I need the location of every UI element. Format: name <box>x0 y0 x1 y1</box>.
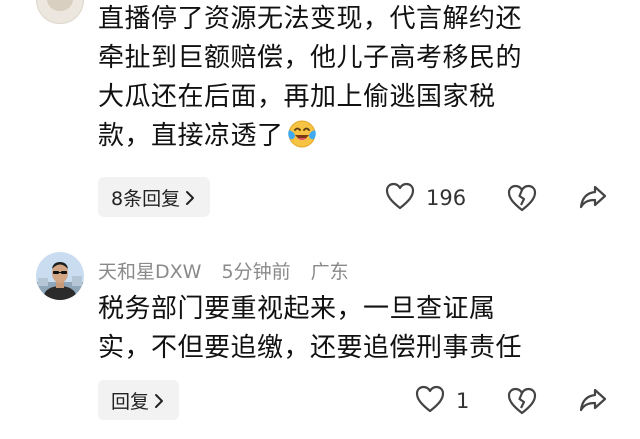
comment-line-text: 款，直接凉透了 <box>98 121 284 151</box>
like-count: 1 <box>456 389 470 413</box>
heart-icon <box>384 181 416 215</box>
avatar[interactable] <box>36 0 84 24</box>
avatar[interactable] <box>36 252 84 300</box>
timestamp: 5分钟前 <box>221 261 291 283</box>
comment-text: 直播停了资源无法变现，代言解约还 牵扯到巨额赔偿，他儿子高考移民的 大瓜还在后面… <box>98 0 522 156</box>
comment-actions: 196 <box>0 177 640 217</box>
laughing-crying-emoji <box>286 117 318 149</box>
comment-item: 天和星DXW 5分钟前 广东 税务部门要重视起来，一旦查证属 实，不但要追缴，还… <box>0 244 640 439</box>
share-button[interactable] <box>578 386 608 418</box>
share-icon <box>578 388 608 418</box>
heart-icon <box>414 384 446 418</box>
comment-item: 直播停了资源无法变现，代言解约还 牵扯到巨额赔偿，他儿子高考移民的 大瓜还在后面… <box>0 0 640 226</box>
share-icon <box>578 185 608 215</box>
dislike-button[interactable] <box>506 183 538 217</box>
comment-line: 大瓜还在后面，再加上偷逃国家税 <box>98 82 496 112</box>
comment-actions: 1 <box>0 380 640 420</box>
broken-heart-icon <box>506 387 538 420</box>
comment-line: 款，直接凉透了 <box>98 117 522 156</box>
comment-line: 税务部门要重视起来，一旦查证属 <box>98 294 496 324</box>
broken-heart-icon <box>506 184 538 217</box>
comment-text: 税务部门要重视起来，一旦查证属 实，不但要追缴，还要追偿刑事责任 <box>98 290 522 368</box>
comment-line: 实，不但要追缴，还要追偿刑事责任 <box>98 333 523 363</box>
like-button[interactable]: 1 <box>414 384 469 418</box>
like-count: 196 <box>426 186 467 210</box>
like-button[interactable]: 196 <box>384 181 466 215</box>
username[interactable]: 天和星DXW <box>98 261 201 283</box>
location: 广东 <box>310 261 349 283</box>
comment-line: 牵扯到巨额赔偿，他儿子高考移民的 <box>98 43 523 73</box>
comment-meta: 天和星DXW 5分钟前 广东 <box>98 257 363 284</box>
dislike-button[interactable] <box>506 386 538 420</box>
comment-line: 直播停了资源无法变现，代言解约还 <box>98 4 523 34</box>
share-button[interactable] <box>578 183 608 215</box>
